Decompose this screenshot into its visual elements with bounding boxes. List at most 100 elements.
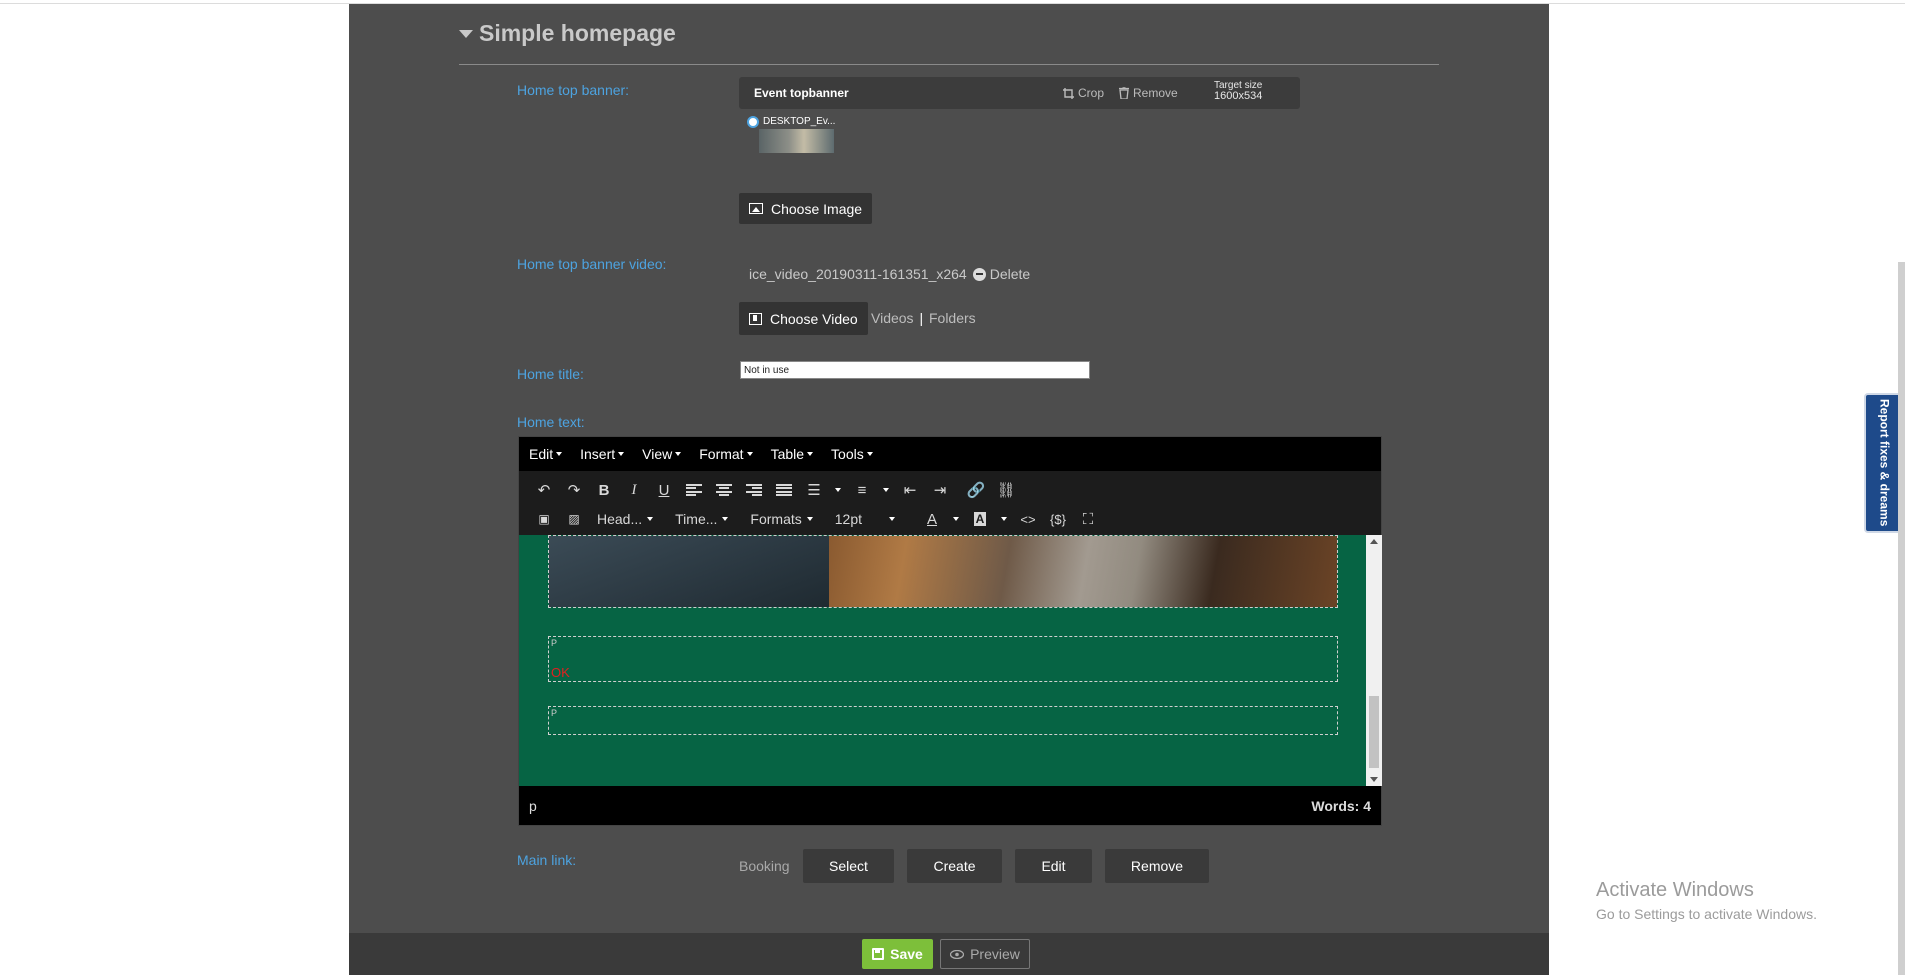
home-title-input[interactable] (740, 361, 1090, 379)
target-size: Target size 1600x534 (1214, 80, 1262, 102)
page-scrollbar[interactable] (1898, 262, 1905, 975)
create-link-button[interactable]: Create (907, 849, 1002, 883)
background-color-caret-icon[interactable] (995, 506, 1013, 532)
paragraph-box[interactable]: P OK (548, 636, 1338, 682)
videos-link[interactable]: Videos (871, 310, 914, 326)
film-icon (749, 312, 762, 325)
undo-icon[interactable]: ↶ (529, 477, 559, 503)
caret-down-icon (618, 452, 625, 456)
align-left-icon[interactable] (679, 477, 709, 503)
link-icon[interactable]: 🔗 (961, 477, 991, 503)
menu-insert[interactable]: Insert (580, 446, 625, 462)
remove-link-button[interactable]: Remove (1105, 849, 1209, 883)
caret-down-icon (889, 517, 895, 521)
font-select-label: Time... (675, 511, 718, 527)
outdent-icon[interactable]: ⇤ (895, 477, 925, 503)
media-icon[interactable]: ▣ (529, 506, 559, 532)
editor-content[interactable]: P OK P (519, 535, 1366, 786)
trash-icon (1119, 87, 1129, 99)
caret-down-icon (675, 452, 682, 456)
underline-icon[interactable]: U (649, 477, 679, 503)
crop-button[interactable]: Crop (1063, 86, 1104, 100)
redo-icon[interactable]: ↷ (559, 477, 589, 503)
heading-select[interactable]: Head... (597, 511, 654, 527)
background-color-icon[interactable]: A (965, 506, 995, 532)
crop-label: Crop (1078, 86, 1105, 100)
banner-name: Event topbanner (754, 86, 849, 100)
top-banner-video-label: Home top banner video: (517, 256, 667, 272)
font-size-select-label: 12pt (834, 511, 862, 527)
caret-down-icon (746, 452, 753, 456)
collapse-caret-icon[interactable] (459, 29, 473, 38)
formats-select-label: Formats (750, 511, 802, 527)
watermark-title: Activate Windows (1596, 879, 1754, 901)
home-title-label: Home title: (517, 366, 584, 382)
element-path[interactable]: p (529, 798, 537, 814)
delete-icon[interactable] (972, 267, 986, 281)
delete-video-link[interactable]: Delete (990, 266, 1030, 282)
text-color-icon[interactable]: A (917, 506, 947, 532)
main-link-label: Main link: (517, 852, 577, 868)
folders-link[interactable]: Folders (929, 310, 976, 326)
content-image[interactable] (548, 535, 1338, 608)
menu-format-label: Format (699, 446, 744, 462)
home-text-label: Home text: (517, 414, 585, 430)
save-button[interactable]: Save (862, 939, 933, 969)
choose-video-label: Choose Video (770, 310, 858, 327)
template-icon[interactable]: {$} (1043, 506, 1073, 532)
select-link-button[interactable]: Select (803, 849, 894, 883)
menu-table[interactable]: Table (770, 446, 814, 462)
menu-format[interactable]: Format (699, 446, 753, 462)
scroll-thumb[interactable] (1369, 696, 1379, 768)
choose-video-button[interactable]: Choose Video (739, 302, 868, 335)
text-color-caret-icon[interactable] (947, 506, 965, 532)
banner-thumb-radio[interactable] (747, 116, 759, 128)
numbered-list-icon[interactable]: ≡ (847, 477, 877, 503)
heading-select-label: Head... (597, 511, 643, 527)
bold-icon[interactable]: B (589, 477, 619, 503)
banner-item-bar: Event topbanner Crop Remove Target size … (739, 77, 1300, 109)
bullet-list-icon[interactable]: ☰ (799, 477, 829, 503)
align-right-icon[interactable] (739, 477, 769, 503)
remove-banner-button[interactable]: Remove (1119, 86, 1178, 100)
menu-edit-label: Edit (529, 446, 554, 462)
content-image-right (829, 536, 1337, 607)
fullscreen-icon[interactable]: ⛶ (1073, 506, 1103, 532)
watermark-subtitle: Go to Settings to activate Windows. (1596, 906, 1817, 922)
scroll-down-icon[interactable] (1370, 777, 1378, 782)
italic-icon[interactable]: I (619, 477, 649, 503)
menu-edit[interactable]: Edit (529, 446, 563, 462)
preview-label: Preview (970, 946, 1020, 962)
preview-button[interactable]: Preview (940, 939, 1030, 969)
source-code-icon[interactable]: <> (1013, 506, 1043, 532)
caret-down-icon (807, 452, 814, 456)
video-file-name: ice_video_20190311-161351_x264 (749, 266, 967, 282)
menu-view[interactable]: View (642, 446, 682, 462)
menu-table-label: Table (770, 446, 805, 462)
save-label: Save (890, 946, 923, 962)
insert-image-icon[interactable]: ▨ (559, 506, 589, 532)
numbered-list-caret-icon[interactable] (877, 477, 895, 503)
bullet-list-caret-icon[interactable] (829, 477, 847, 503)
menu-tools[interactable]: Tools (831, 446, 873, 462)
unlink-icon[interactable]: ⛓ (991, 477, 1021, 503)
indent-icon[interactable]: ⇥ (925, 477, 955, 503)
toolbar-row-1: ↶ ↷ B I U ☰ ≡ ⇤ ⇥ 🔗 ⛓ (529, 477, 1021, 503)
link-separator: | (919, 310, 924, 326)
main-link-type: Booking (739, 858, 790, 874)
scroll-up-icon[interactable] (1370, 539, 1378, 544)
editor-scrollbar[interactable] (1366, 535, 1382, 786)
align-justify-icon[interactable] (769, 477, 799, 503)
eye-icon (950, 949, 965, 959)
section-header[interactable]: Simple homepage (459, 20, 676, 47)
banner-thumbnail[interactable] (759, 129, 834, 153)
choose-image-button[interactable]: Choose Image (739, 193, 873, 224)
top-banner-label: Home top banner: (517, 82, 630, 98)
align-center-icon[interactable] (709, 477, 739, 503)
formats-select[interactable]: Formats (750, 511, 813, 527)
font-select[interactable]: Time... (675, 511, 729, 527)
edit-link-button[interactable]: Edit (1015, 849, 1092, 883)
paragraph-box[interactable]: P (548, 706, 1338, 735)
caret-down-icon (722, 517, 729, 521)
font-size-select[interactable]: 12pt (835, 511, 895, 527)
